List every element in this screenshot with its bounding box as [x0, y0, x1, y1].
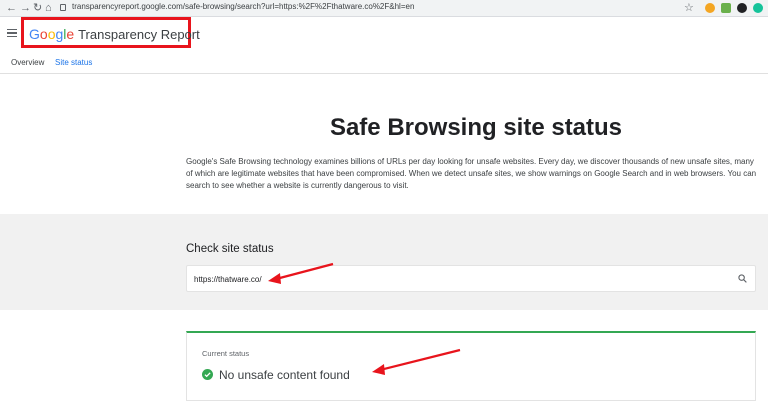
forward-arrow-icon[interactable]: →: [20, 1, 31, 15]
transparency-report-logo[interactable]: Google Transparency Report: [29, 26, 200, 42]
tab-overview[interactable]: Overview: [11, 58, 44, 67]
site-search-input[interactable]: https://thatware.co/: [186, 265, 756, 292]
search-input-value: https://thatware.co/: [194, 275, 262, 284]
address-bar[interactable]: transparencyreport.google.com/safe-brows…: [58, 1, 698, 15]
extension-icon[interactable]: [737, 3, 747, 13]
status-card: Current status No unsafe content found: [186, 331, 756, 401]
check-circle-icon: [202, 369, 213, 380]
search-icon[interactable]: [738, 274, 747, 283]
check-site-status-label: Check site status: [186, 243, 274, 255]
page-description: Google's Safe Browsing technology examin…: [186, 157, 757, 190]
lock-icon: [60, 4, 66, 11]
reload-icon[interactable]: ↻: [33, 1, 42, 15]
page-title: Safe Browsing site status: [329, 114, 623, 141]
home-icon[interactable]: ⌂: [45, 1, 52, 15]
tab-bar: Overview Site status: [0, 50, 768, 74]
current-status-label: Current status: [202, 349, 250, 358]
back-arrow-icon[interactable]: ←: [6, 1, 17, 15]
tab-site-status[interactable]: Site status: [55, 58, 92, 67]
status-result: No unsafe content found: [219, 368, 350, 382]
check-section: [0, 214, 768, 310]
address-url: transparencyreport.google.com/safe-brows…: [72, 2, 415, 11]
extension-icon[interactable]: [753, 3, 763, 13]
menu-icon[interactable]: [7, 29, 17, 38]
star-icon[interactable]: ☆: [684, 1, 694, 15]
app-header: Google Transparency Report: [0, 17, 768, 50]
extension-icon[interactable]: [721, 3, 731, 13]
extension-icon[interactable]: [705, 3, 715, 13]
logo-highlight-box: Google Transparency Report: [21, 17, 200, 48]
logo-text: Transparency Report: [78, 27, 200, 42]
browser-toolbar: ← → ↻ ⌂ transparencyreport.google.com/sa…: [0, 0, 768, 17]
